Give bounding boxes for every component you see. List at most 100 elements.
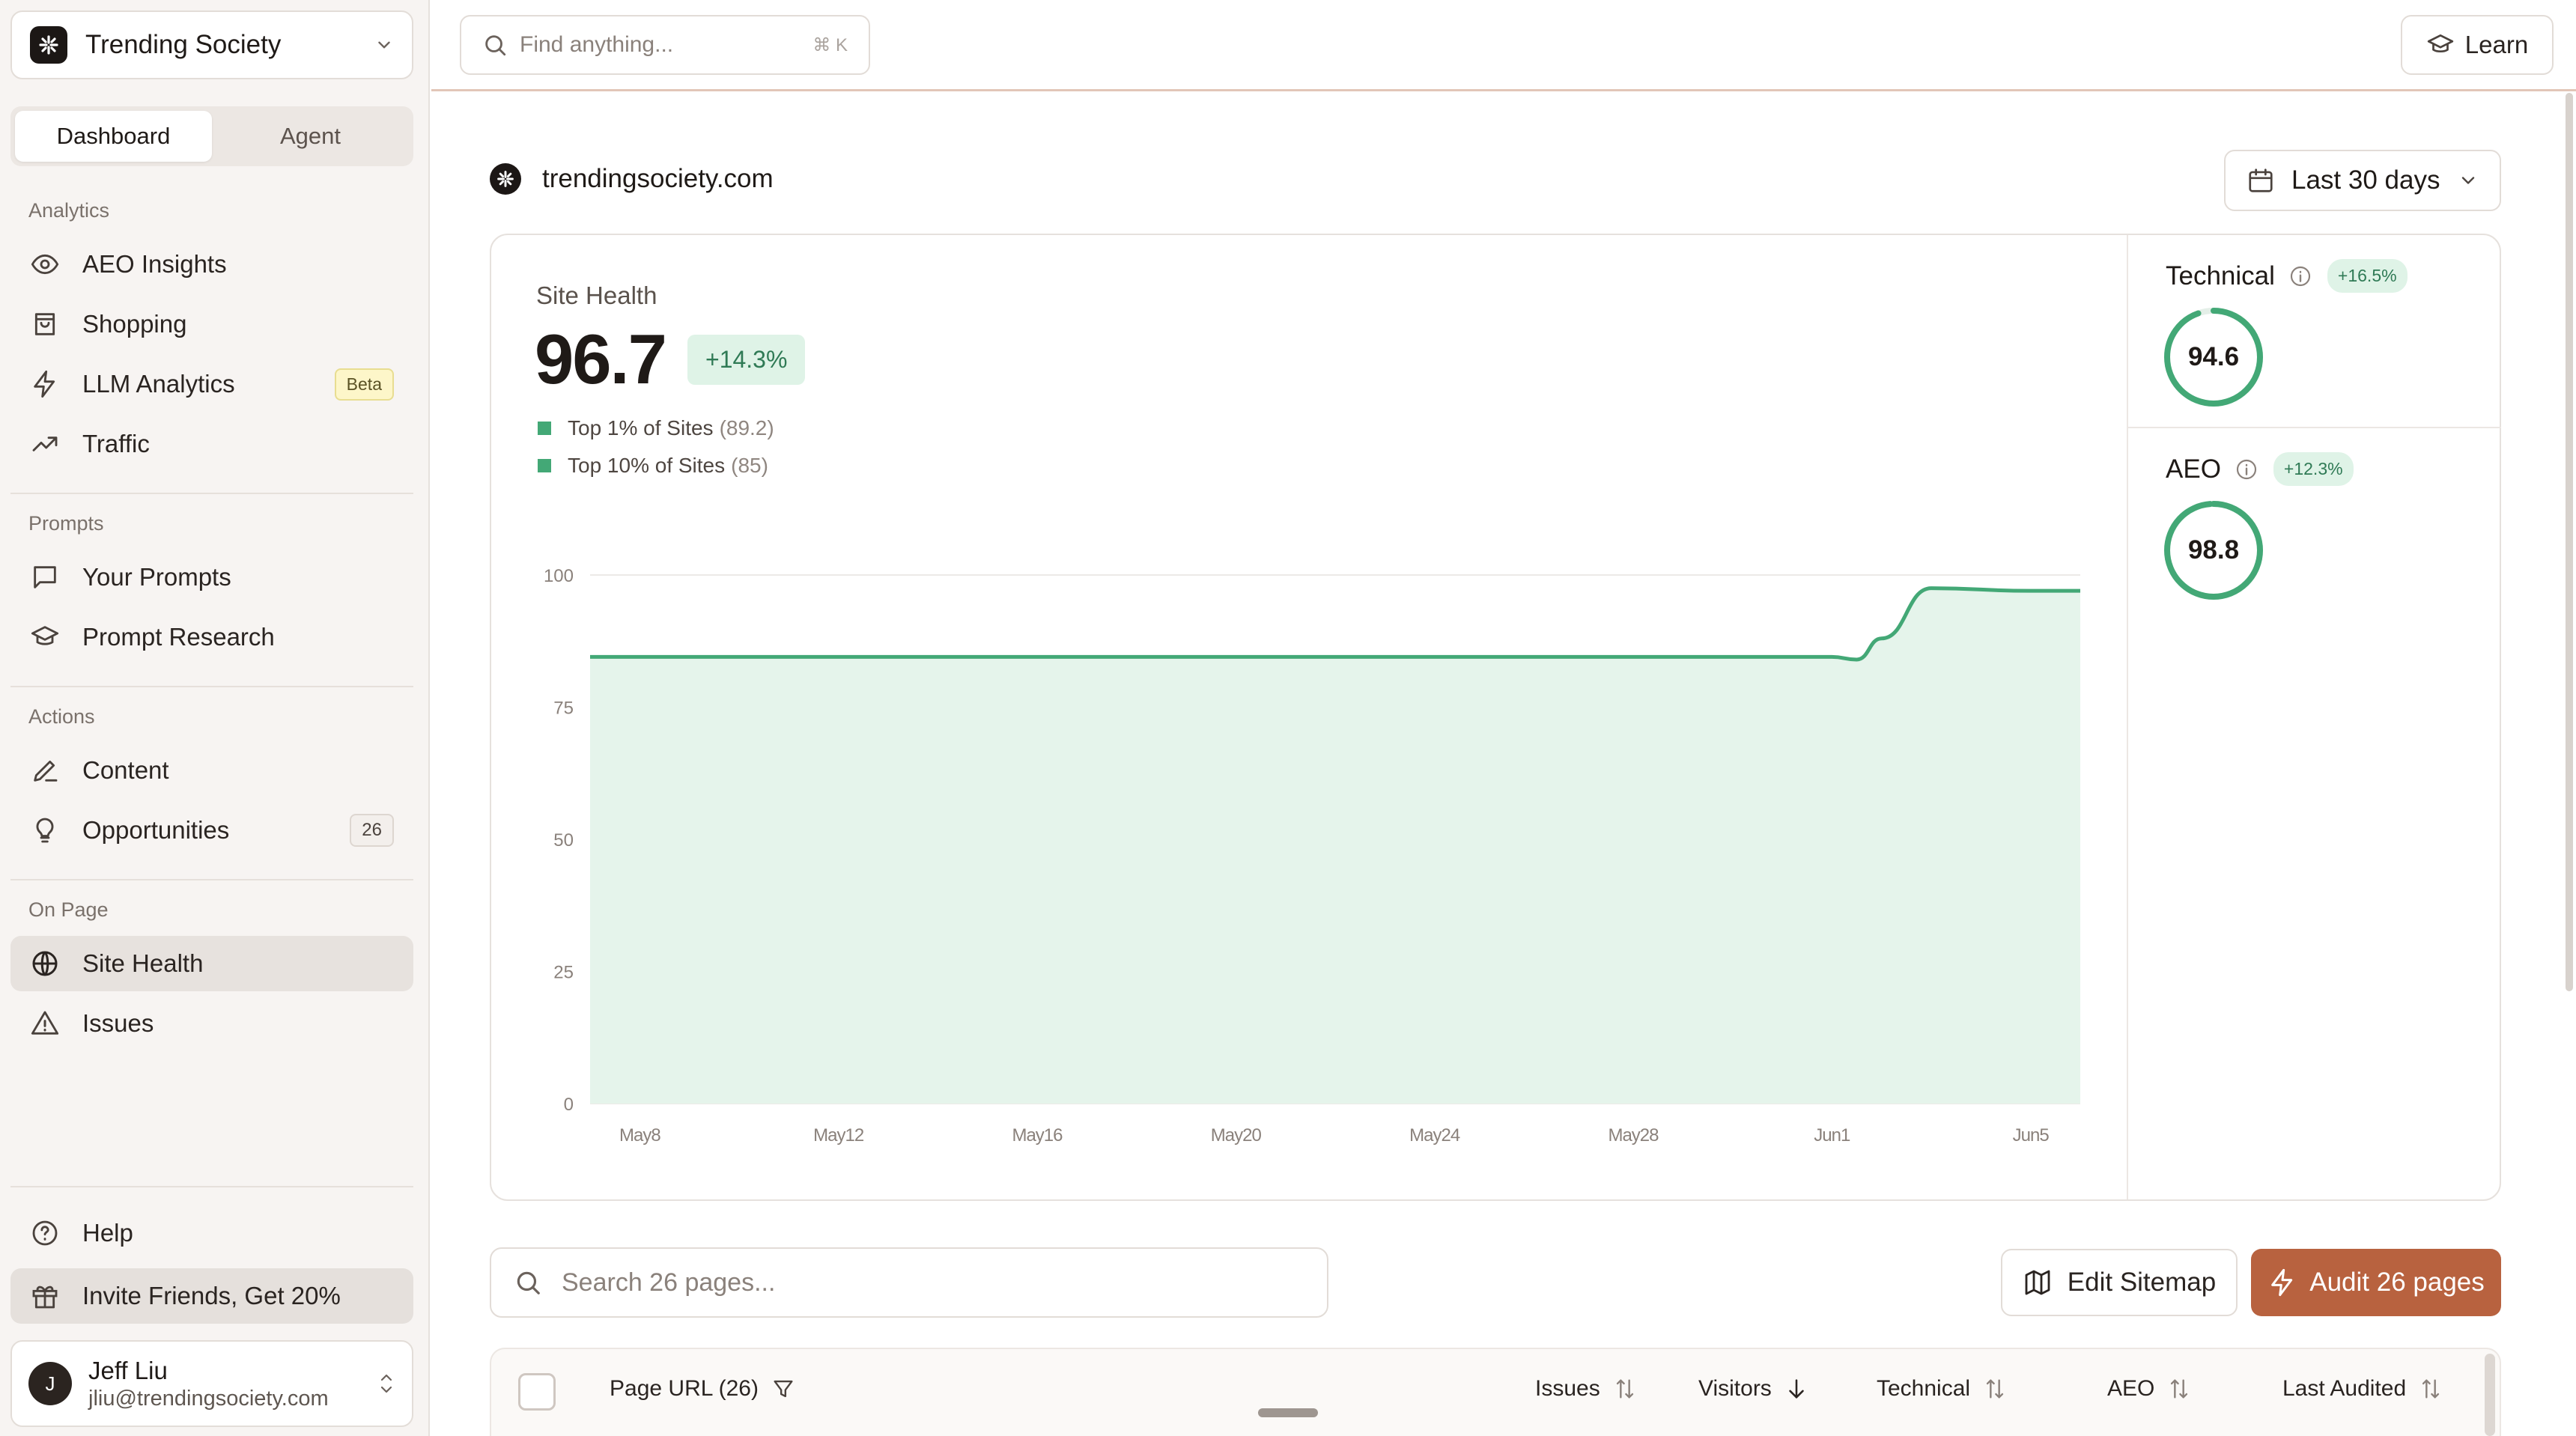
- user-name: Jeff Liu: [88, 1356, 168, 1384]
- page-search-input[interactable]: Search 26 pages...: [490, 1247, 1328, 1318]
- site-header: trendingsociety.com: [490, 163, 774, 195]
- date-range-select[interactable]: Last 30 days: [2224, 150, 2501, 211]
- metric-divider: [2128, 427, 2501, 428]
- workspace-name: Trending Society: [85, 30, 282, 59]
- sidebar-item-content[interactable]: Content: [10, 743, 413, 798]
- info-icon[interactable]: [2235, 457, 2258, 481]
- sidebar-item-traffic[interactable]: Traffic: [10, 416, 413, 472]
- sort-icon: [2422, 1379, 2440, 1399]
- y-tick-label: 75: [553, 699, 574, 719]
- calendar-icon: [2249, 168, 2273, 192]
- x-tick-label: Jun1: [1814, 1125, 1850, 1146]
- column-header-issues[interactable]: Issues: [1535, 1376, 1638, 1402]
- user-menu[interactable]: J Jeff Liu jliu@trendingsociety.com: [10, 1340, 413, 1427]
- workspace-logo-icon: [30, 26, 67, 64]
- sidebar-item-label: Shopping: [82, 310, 187, 338]
- audit-pages-button[interactable]: Audit 26 pages: [2251, 1249, 2501, 1316]
- tab-dashboard[interactable]: Dashboard: [15, 111, 212, 162]
- sidebar-item-label: Site Health: [82, 949, 204, 977]
- table-scrollbar[interactable]: [2485, 1354, 2495, 1436]
- chevron-down-icon: [2461, 177, 2475, 184]
- pages-table-header: Page URL (26) Issues Visitors Technical …: [490, 1348, 2501, 1436]
- sidebar-item-help[interactable]: Help: [10, 1205, 413, 1261]
- column-label: Last Audited: [2282, 1376, 2407, 1401]
- help-circle-icon: [32, 1220, 58, 1246]
- filter-icon[interactable]: [771, 1376, 796, 1402]
- column-header-page-url[interactable]: Page URL (26): [610, 1376, 796, 1402]
- sidebar-item-prompt-research[interactable]: Prompt Research: [10, 609, 413, 665]
- aeo-delta-badge: +12.3%: [2273, 452, 2354, 486]
- avatar: J: [28, 1362, 72, 1405]
- y-tick-label: 100: [544, 566, 574, 586]
- x-tick-label: May28: [1608, 1125, 1659, 1146]
- learn-button[interactable]: Learn: [2401, 15, 2554, 75]
- invite-friends-button[interactable]: Invite Friends, Get 20%: [10, 1268, 413, 1324]
- sidebar-item-shopping[interactable]: Shopping: [10, 296, 413, 352]
- trending-up-icon: [32, 436, 58, 451]
- technical-header: Technical +16.5%: [2166, 259, 2408, 293]
- beta-badge: Beta: [334, 368, 394, 401]
- warning-icon: [31, 1011, 59, 1035]
- info-icon[interactable]: [2288, 264, 2312, 288]
- card-divider: [2127, 235, 2128, 1199]
- lightbulb-icon: [36, 818, 54, 843]
- series-line: [590, 586, 2080, 662]
- chevron-down-icon: [378, 41, 390, 49]
- divider: [10, 493, 413, 494]
- count-badge: 26: [350, 814, 394, 847]
- column-header-technical[interactable]: Technical: [1877, 1376, 2008, 1402]
- site-health-chart: 100 75 50 25 0 May8 May12 May16 May20 May24 May28 J…: [544, 566, 2080, 1146]
- tab-agent[interactable]: Agent: [212, 111, 409, 162]
- pen-icon: [34, 760, 58, 782]
- top-bar: Find anything... ⌘ K Learn: [431, 0, 2576, 91]
- sidebar-item-aeo-insights[interactable]: AEO Insights: [10, 237, 413, 292]
- sort-icon: [1616, 1379, 1633, 1399]
- learn-label: Learn: [2464, 31, 2529, 58]
- select-all-checkbox[interactable]: [518, 1373, 556, 1411]
- search-icon: [517, 1271, 540, 1294]
- lightning-icon: [34, 370, 55, 398]
- section-label-prompts: Prompts: [28, 512, 104, 535]
- column-header-last-audited[interactable]: Last Audited: [2282, 1376, 2443, 1402]
- sidebar-item-label: Help: [82, 1219, 133, 1247]
- shopping-bag-icon: [34, 313, 55, 335]
- aeo-header: AEO +12.3%: [2166, 452, 2354, 486]
- sidebar-item-site-health[interactable]: Site Health: [10, 936, 413, 991]
- column-header-aeo[interactable]: AEO: [2107, 1376, 2192, 1402]
- graduation-cap-icon: [31, 626, 59, 645]
- sidebar-item-label: Opportunities: [82, 816, 230, 844]
- graduation-cap-icon: [2427, 34, 2453, 53]
- sidebar-item-issues[interactable]: Issues: [10, 996, 413, 1051]
- section-label-on-page: On Page: [28, 898, 109, 921]
- sidebar: Trending Society Dashboard Agent Analyti…: [0, 0, 430, 1436]
- chat-icon: [34, 566, 56, 588]
- edit-sitemap-button[interactable]: Edit Sitemap: [2001, 1249, 2238, 1316]
- sidebar-item-label: Traffic: [82, 430, 150, 457]
- divider: [10, 1186, 413, 1187]
- sidebar-item-label: Content: [82, 756, 169, 784]
- sidebar-item-label: Issues: [82, 1009, 154, 1037]
- aeo-score-ring: 98.8: [2163, 499, 2264, 601]
- gift-icon: [32, 1286, 58, 1309]
- technical-label: Technical: [2166, 261, 2275, 290]
- page-scrollbar[interactable]: [2566, 93, 2573, 991]
- sidebar-item-opportunities[interactable]: Opportunities 26: [10, 803, 413, 858]
- search-icon: [485, 35, 506, 56]
- lightning-icon: [2271, 1268, 2293, 1297]
- sidebar-item-label: Your Prompts: [82, 563, 231, 591]
- site-domain: trendingsociety.com: [542, 164, 774, 193]
- sidebar-item-llm-analytics[interactable]: LLM Analytics Beta: [10, 356, 413, 412]
- workspace-switcher[interactable]: Trending Society: [10, 10, 413, 79]
- series-area: [590, 588, 2080, 1104]
- aeo-metric: AEO +12.3% 98.8: [2163, 452, 2354, 601]
- column-header-visitors[interactable]: Visitors: [1698, 1376, 1809, 1402]
- technical-delta-badge: +16.5%: [2327, 259, 2408, 293]
- sidebar-item-your-prompts[interactable]: Your Prompts: [10, 550, 413, 605]
- aeo-score: 98.8: [2187, 535, 2240, 565]
- global-search-input[interactable]: Find anything... ⌘ K: [460, 15, 870, 75]
- view-switcher: Dashboard Agent: [10, 106, 413, 166]
- drag-handle[interactable]: [1258, 1408, 1318, 1417]
- column-label: Visitors: [1698, 1376, 1772, 1401]
- x-tick-label: May20: [1211, 1125, 1262, 1146]
- technical-score-ring: 94.6: [2163, 306, 2264, 408]
